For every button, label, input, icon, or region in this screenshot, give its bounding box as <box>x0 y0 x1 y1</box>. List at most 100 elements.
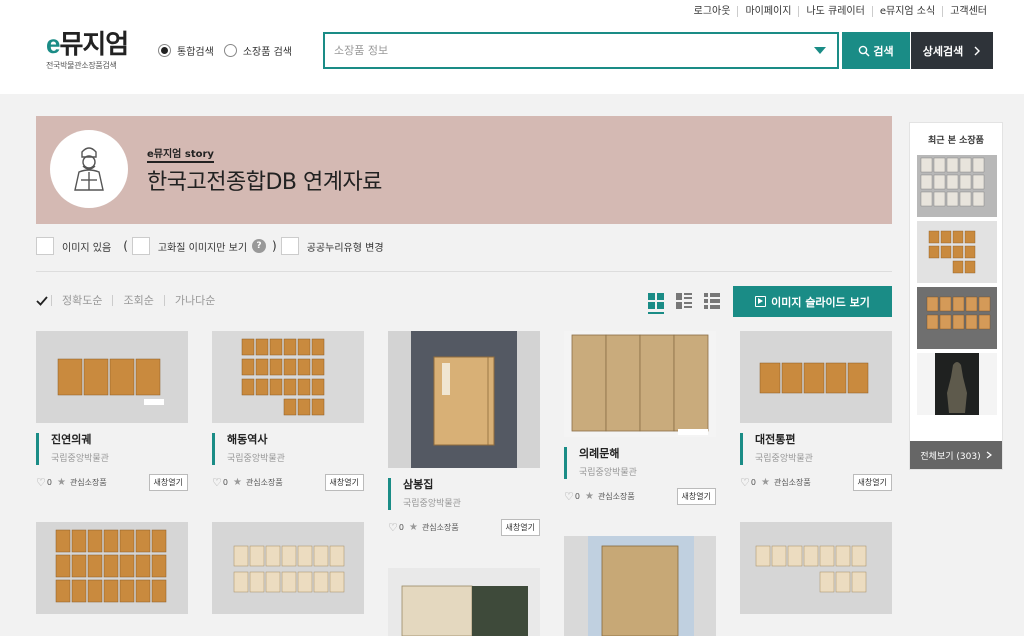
item-thumbnail[interactable] <box>212 522 364 614</box>
heart-icon[interactable]: ♡ <box>740 476 750 489</box>
item-museum: 국립중앙박물관 <box>227 454 285 464</box>
customer-center-link[interactable]: 고객센터 <box>942 6 994 17</box>
has-image-label[interactable]: 이미지 있음 <box>62 239 111 254</box>
item-name[interactable]: 삼봉집 <box>403 478 540 492</box>
item-thumbnail[interactable] <box>36 522 188 614</box>
favorite-label[interactable]: 관심소장품 <box>70 477 107 488</box>
item-info: 해동역사 국립중앙박물관 <box>212 433 364 465</box>
new-window-button[interactable]: 새창열기 <box>676 488 716 505</box>
grid-view-icon[interactable] <box>648 293 664 314</box>
heart-icon[interactable]: ♡ <box>36 476 46 489</box>
chevron-right-icon <box>974 46 981 55</box>
new-window-button[interactable]: 새창열기 <box>324 474 364 491</box>
view-all-button[interactable]: 전체보기 (303) <box>910 441 1002 469</box>
heart-icon[interactable]: ♡ <box>564 490 574 503</box>
new-window-button[interactable]: 새창열기 <box>852 474 892 491</box>
item-name[interactable]: 해동역사 <box>227 433 364 447</box>
curator-link[interactable]: 나도 큐레이터 <box>798 6 871 17</box>
like-count: 0 <box>222 478 228 487</box>
item-thumbnail[interactable] <box>388 568 540 636</box>
radio-integrated[interactable]: 통합검색 <box>158 43 214 58</box>
radio-collection-label: 소장품 검색 <box>242 47 292 58</box>
collection-card[interactable]: 진연의궤 국립중앙박물관 ♡ 0 ★ 관심소장품 새창열기 <box>36 331 188 491</box>
item-thumbnail[interactable] <box>564 331 716 437</box>
license-label[interactable]: 공공누리유형 변경 <box>307 239 384 254</box>
star-icon[interactable]: ★ <box>761 477 770 488</box>
has-image-checkbox[interactable] <box>36 237 54 255</box>
like-count: 0 <box>398 523 404 532</box>
item-name[interactable]: 의례문해 <box>579 447 716 461</box>
item-name[interactable]: 진연의궤 <box>51 433 188 447</box>
heart-icon[interactable]: ♡ <box>212 476 222 489</box>
logout-link[interactable]: 로그아웃 <box>687 6 738 17</box>
item-actions: ♡ 0 ★ 관심소장품 새창열기 <box>564 488 716 505</box>
help-icon[interactable]: ? <box>252 239 267 253</box>
search-input[interactable] <box>325 34 795 67</box>
dropdown-triangle-icon[interactable] <box>814 47 826 54</box>
collection-card[interactable]: 삼봉집 국립중앙박물관 ♡ 0 ★ 관심소장품 새창열기 <box>388 331 540 536</box>
news-link[interactable]: e뮤지엄 소식 <box>871 6 942 17</box>
hires-checkbox[interactable] <box>131 237 150 255</box>
item-thumbnail[interactable] <box>212 331 364 423</box>
collection-card[interactable] <box>388 568 540 636</box>
item-thumbnail[interactable] <box>388 331 540 468</box>
favorite-label[interactable]: 관심소장품 <box>422 522 459 533</box>
item-thumbnail[interactable] <box>36 331 188 423</box>
view-mode-toggles <box>648 293 732 314</box>
banner-title: 한국고전종합DB 연계자료 <box>147 170 382 195</box>
hires-label[interactable]: 고화질 이미지만 보기 <box>158 239 247 254</box>
collection-card[interactable] <box>36 522 188 614</box>
recent-thumbnail[interactable] <box>917 353 997 415</box>
recently-viewed-title: 최근 본 소장품 <box>928 136 984 146</box>
sort-views[interactable]: 조회순 <box>112 295 163 306</box>
radio-checked-icon[interactable] <box>158 44 171 57</box>
favorite-label[interactable]: 관심소장품 <box>774 477 811 488</box>
new-window-button[interactable]: 새창열기 <box>148 474 188 491</box>
item-museum: 국립중앙박물관 <box>579 468 637 478</box>
checkmark-icon <box>36 295 48 306</box>
star-icon[interactable]: ★ <box>585 491 594 502</box>
collection-card[interactable] <box>740 522 892 614</box>
close-paren: ) <box>272 239 277 253</box>
collection-card[interactable] <box>564 536 716 636</box>
item-name[interactable]: 대전통편 <box>755 433 892 447</box>
like-count: 0 <box>750 478 756 487</box>
recent-thumbnail[interactable] <box>917 287 997 349</box>
favorite-label[interactable]: 관심소장품 <box>598 491 635 502</box>
search-button[interactable]: 검색 <box>842 32 910 69</box>
sort-accuracy[interactable]: 정확도순 <box>51 295 112 306</box>
collection-card[interactable]: 의례문해 국립중앙박물관 ♡ 0 ★ 관심소장품 새창열기 <box>564 331 716 505</box>
item-actions: ♡ 0 ★ 관심소장품 새창열기 <box>388 519 540 536</box>
like-count: 0 <box>574 492 580 501</box>
open-paren: ( <box>123 239 128 253</box>
banner-emblem <box>50 130 128 208</box>
item-actions: ♡ 0 ★ 관심소장품 새창열기 <box>740 474 892 491</box>
utility-links: 로그아웃 마이페이지 나도 큐레이터 e뮤지엄 소식 고객센터 <box>687 6 994 17</box>
site-logo[interactable]: e뮤지엄 전국박물관소장품검색 <box>46 29 129 71</box>
sort-alphabetical[interactable]: 가나다순 <box>163 295 225 306</box>
radio-collection[interactable]: 소장품 검색 <box>223 43 292 58</box>
item-thumbnail[interactable] <box>740 331 892 423</box>
recent-thumbnail[interactable] <box>917 221 997 283</box>
license-checkbox[interactable] <box>280 237 299 255</box>
new-window-button[interactable]: 새창열기 <box>500 519 540 536</box>
logo-e: e <box>46 29 61 59</box>
image-slide-button[interactable]: 이미지 슬라이드 보기 <box>733 286 892 317</box>
star-icon[interactable]: ★ <box>233 477 242 488</box>
detail-search-button[interactable]: 상세검색 <box>911 32 993 69</box>
collection-card[interactable]: 대전통편 국립중앙박물관 ♡ 0 ★ 관심소장품 새창열기 <box>740 331 892 491</box>
item-thumbnail[interactable] <box>740 522 892 614</box>
recent-thumbnail[interactable] <box>917 155 997 217</box>
heart-icon[interactable]: ♡ <box>388 521 398 534</box>
star-icon[interactable]: ★ <box>409 522 418 533</box>
list-thumb-view-icon[interactable] <box>676 293 692 309</box>
collection-card[interactable] <box>212 522 364 614</box>
star-icon[interactable]: ★ <box>57 477 66 488</box>
collection-card[interactable]: 해동역사 국립중앙박물관 ♡ 0 ★ 관심소장품 새창열기 <box>212 331 364 491</box>
favorite-label[interactable]: 관심소장품 <box>246 477 283 488</box>
mypage-link[interactable]: 마이페이지 <box>737 6 798 17</box>
list-view-icon[interactable] <box>704 293 720 309</box>
radio-unchecked-icon[interactable] <box>223 44 237 57</box>
item-thumbnail[interactable] <box>564 536 716 636</box>
search-scope-radios: 통합검색 소장품 검색 <box>158 43 302 58</box>
